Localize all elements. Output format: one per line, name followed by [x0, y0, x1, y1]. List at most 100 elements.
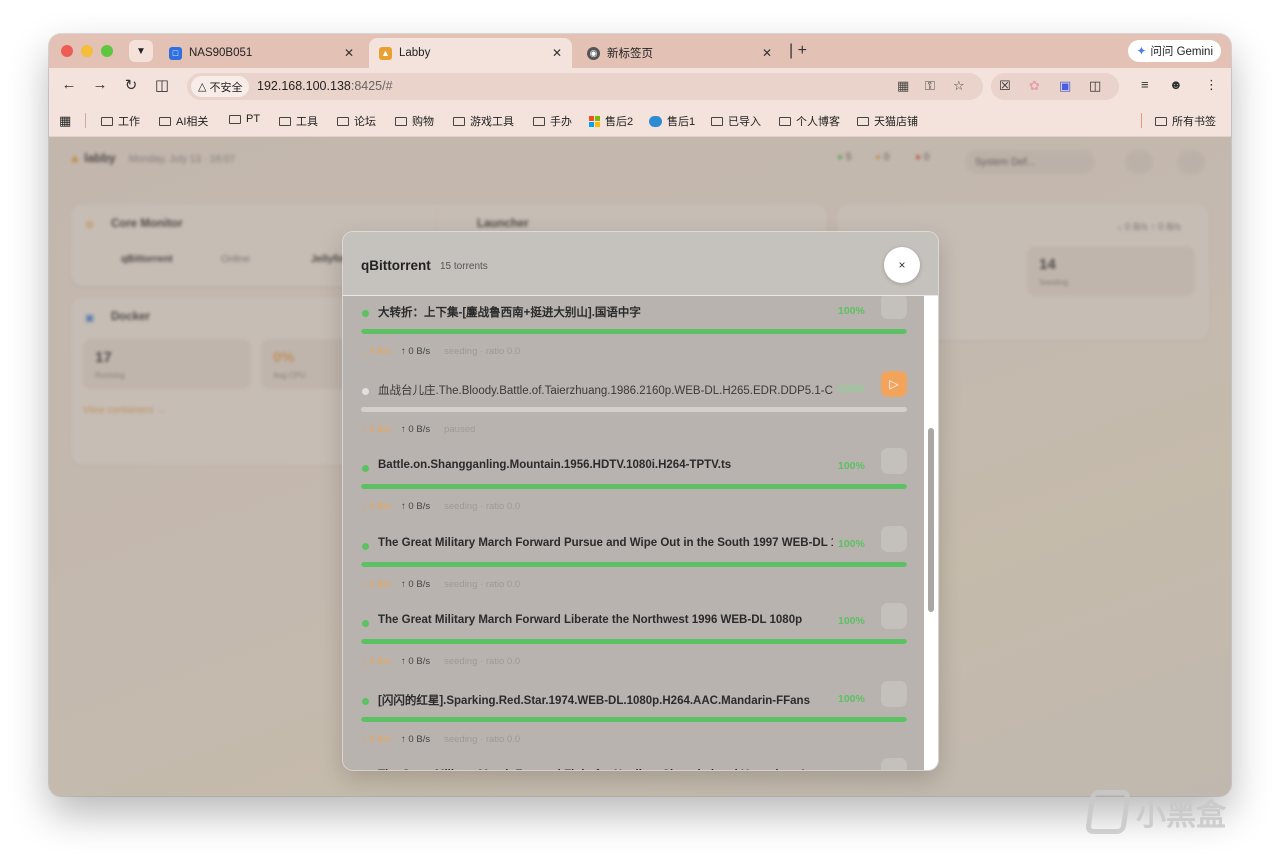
reading-list-icon[interactable]: ≡ [1141, 77, 1149, 92]
play-icon: ▷ [889, 376, 899, 391]
scrollbar-thumb[interactable] [928, 428, 934, 612]
address-bar[interactable]: △ 不安全 192.168.100.138:8425/# ▦ ⚿ ☆ [187, 73, 983, 100]
close-icon: × [898, 258, 906, 272]
split-view-icon[interactable]: ◫ [152, 76, 172, 94]
torrent-name: The Great Military March Forward Fight f… [378, 769, 833, 770]
torrent-row[interactable]: The Great Military March Forward Liberat… [343, 603, 924, 690]
scrollbar-track[interactable] [924, 296, 938, 770]
watermark-logo-icon [1084, 790, 1132, 834]
tab-labby[interactable]: ▲ Labby ✕ [369, 38, 572, 68]
bookmark-pt[interactable]: PT [229, 113, 260, 125]
tab-newtab[interactable]: ◉ 新标签页 ✕ [577, 38, 782, 68]
tab-bar: ▼ □ NAS90B051 ✕ ▲ Labby ✕ ◉ 新标签页 ✕ | + ✦… [49, 34, 1231, 68]
pink-extension-icon[interactable]: ✿ [1029, 78, 1040, 94]
apps-grid-icon[interactable]: ▦ [59, 113, 71, 129]
torrent-progress-text: 100% [838, 382, 865, 395]
new-tab-plus-icon[interactable]: | + [789, 42, 807, 60]
profile-avatar[interactable]: ☻ [1169, 77, 1183, 92]
torrent-progress-bar [361, 406, 907, 412]
gemini-button[interactable]: ✦ 问问 Gemini [1128, 40, 1221, 62]
torrent-meta: ↓ 0 B/s ↑ 0 B/s seeding · ratio 0.0 [362, 579, 520, 590]
close-icon[interactable]: ✕ [762, 46, 772, 60]
bookmark-imported[interactable]: 已导入 [711, 113, 761, 129]
back-arrow-icon[interactable]: ← [59, 76, 79, 93]
bookmark-work[interactable]: 工作 [101, 113, 140, 129]
torrent-row[interactable]: The Great Military March Forward Pursue … [343, 525, 924, 613]
minimize-window-button[interactable] [81, 45, 93, 57]
pause-button[interactable] [881, 296, 907, 319]
bookmark-ai[interactable]: AI相关 [159, 113, 208, 129]
torrent-name: The Great Military March Forward Pursue … [378, 536, 833, 549]
bookmark-label: 所有书签 [1172, 116, 1216, 128]
screenshot-extension-icon[interactable]: ☒ [999, 78, 1011, 94]
forward-arrow-icon[interactable]: → [90, 76, 110, 93]
all-bookmarks[interactable]: 所有书签 [1155, 113, 1216, 129]
pause-button[interactable] [881, 525, 907, 552]
pause-button[interactable] [881, 603, 907, 629]
bookmark-blog[interactable]: 个人博客 [779, 113, 840, 129]
folder-icon [779, 116, 791, 126]
torrent-row[interactable]: 大转折：上下集-[鏖战鲁西南+挺进大别山].国语中字 100% ↓ 0 B/s ↑ 0… [343, 296, 924, 380]
torrent-list[interactable]: 大转折：上下集-[鏖战鲁西南+挺进大别山].国语中字 100% ↓ 0 B/s ↑ 0… [343, 296, 924, 770]
bookmark-aftersales2[interactable]: 售后2 [589, 113, 633, 129]
torrent-progress-text: 100% [838, 692, 865, 705]
extensions-group: ☒ ✿ ▣ ◫ [991, 73, 1119, 100]
resume-play-button[interactable]: ▷ [881, 370, 907, 397]
torrent-row[interactable]: Battle.on.Shangganling.Mountain.1956.HDT… [343, 448, 924, 535]
bookmark-game-tools[interactable]: 游戏工具 [453, 113, 514, 129]
more-menu-icon[interactable]: ⋮ [1205, 77, 1218, 93]
download-speed: ↓ 0 B/s [362, 733, 392, 745]
translate-icon[interactable]: ▦ [897, 78, 909, 94]
bookmark-label: 购物 [412, 116, 434, 128]
bookmark-label: 工作 [118, 116, 140, 128]
password-key-icon[interactable]: ⚿ [925, 78, 935, 94]
folder-icon [1155, 116, 1167, 126]
upload-speed: ↑ 0 B/s [401, 501, 431, 512]
torrent-state: seeding · ratio 0.0 [444, 733, 521, 745]
watermark: 小黑盒 [1084, 790, 1226, 834]
bookmark-figures[interactable]: 手办 [533, 113, 572, 129]
torrent-row[interactable]: 血战台儿庄.The.Bloody.Battle.of.Taierzhuang.1… [343, 370, 924, 458]
labby-favicon-icon: ▲ [379, 46, 392, 60]
modal-header: qBittorrent 15 torrents × [343, 232, 938, 296]
torrent-meta: ↓ 0 B/s ↑ 0 B/s seeding · ratio 0.0 [362, 656, 520, 667]
upload-speed: ↑ 0 B/s [401, 423, 431, 435]
url-text[interactable]: 192.168.100.138:8425/# [257, 79, 393, 93]
torrent-progress-bar [361, 639, 907, 644]
bookmark-star-icon[interactable]: ☆ [953, 78, 965, 94]
close-modal-button[interactable]: × [884, 247, 920, 283]
bookmark-label: 已导入 [728, 116, 761, 128]
torrent-progress-text: 100% [838, 615, 865, 627]
close-icon[interactable]: ✕ [344, 46, 354, 60]
torrent-row[interactable]: The Great Military March Forward Fight f… [343, 758, 924, 770]
bookmark-tools[interactable]: 工具 [279, 113, 318, 129]
torrent-row[interactable]: [闪闪的红星].Sparking.Red.Star.1974.WEB-DL.10… [343, 680, 924, 768]
pause-button[interactable] [881, 680, 907, 707]
tab-search-chevron-down-icon[interactable]: ▼ [129, 40, 153, 62]
bookmark-shopping[interactable]: 购物 [395, 113, 434, 129]
blue-extension-icon[interactable]: ▣ [1059, 78, 1071, 94]
maximize-window-button[interactable] [101, 45, 113, 57]
gemini-sparkle-icon: ✦ [1136, 44, 1147, 58]
bookmark-aftersales1[interactable]: 售后1 [649, 113, 695, 129]
pause-button[interactable] [881, 448, 907, 474]
extensions-puzzle-icon[interactable]: ◫ [1089, 78, 1101, 94]
bookmark-tmall[interactable]: 天猫店铺 [857, 113, 918, 129]
chrome-favicon-icon: ◉ [587, 46, 600, 60]
progress-bar-fill [361, 639, 907, 644]
browser-window: ▼ □ NAS90B051 ✕ ▲ Labby ✕ ◉ 新标签页 ✕ | + ✦… [49, 34, 1231, 796]
torrent-progress-text: 100% [838, 305, 865, 317]
download-speed: ↓ 0 B/s [362, 656, 392, 667]
tab-title: Labby [399, 47, 431, 59]
torrent-progress-text: 100% [838, 537, 865, 550]
warning-triangle-icon: △ [198, 81, 207, 93]
close-icon[interactable]: ✕ [552, 46, 562, 60]
close-window-button[interactable] [61, 45, 73, 57]
bookmarks-divider [1141, 113, 1142, 128]
site-info-button[interactable]: △ 不安全 [191, 76, 250, 97]
reload-icon[interactable]: ↻ [121, 76, 141, 94]
pause-button[interactable] [881, 758, 907, 770]
bookmark-label: 个人博客 [796, 116, 840, 128]
tab-nas[interactable]: □ NAS90B051 ✕ [159, 38, 364, 68]
bookmark-forum[interactable]: 论坛 [337, 113, 376, 129]
